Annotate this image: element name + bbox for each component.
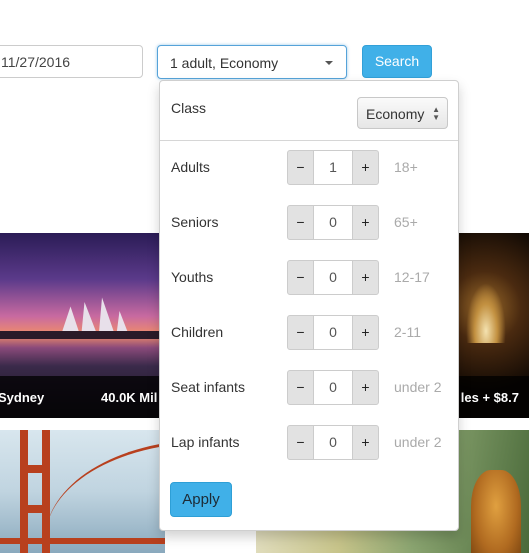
bridge-crossbar-image (20, 505, 50, 513)
animal-image (471, 470, 521, 553)
decrement-button[interactable]: − (287, 150, 314, 185)
card-caption: Sydney 40.0K Mil (0, 376, 165, 418)
caret-down-icon (325, 61, 333, 65)
increment-button[interactable]: + (352, 205, 379, 240)
bridge-tower-image (20, 430, 50, 553)
age-range: 65+ (394, 214, 418, 230)
age-range: under 2 (394, 434, 442, 450)
passenger-label: Children (171, 324, 224, 340)
updown-arrows-icon: ▲ ▼ (432, 105, 440, 122)
class-select-value: Economy (366, 106, 425, 122)
bridge-deck-image (0, 538, 165, 544)
class-select[interactable]: Economy ▲ ▼ (357, 97, 448, 129)
quantity-input[interactable]: 0 (314, 425, 352, 460)
quantity-stepper: − 1 + (287, 150, 379, 185)
quantity-stepper: − 0 + (287, 260, 379, 295)
decrement-button[interactable]: − (287, 370, 314, 405)
bridge-cable-image (45, 440, 165, 540)
passengers-select[interactable]: 1 adult, Economy (157, 45, 347, 79)
increment-button[interactable]: + (352, 260, 379, 295)
sydney-shoreline-image (0, 331, 165, 339)
fountain-image (466, 283, 506, 343)
increment-button[interactable]: + (352, 370, 379, 405)
passenger-label: Lap infants (171, 434, 240, 450)
quantity-stepper: − 0 + (287, 425, 379, 460)
class-label: Class (171, 100, 207, 116)
passenger-label: Seat infants (171, 379, 245, 395)
date-input[interactable]: 11/27/2016 (0, 45, 143, 78)
passenger-row-adults: Adults − 1 + 18+ (160, 148, 458, 188)
quantity-input[interactable]: 0 (314, 315, 352, 350)
age-range: 12-17 (394, 269, 430, 285)
card-city-name: Sydney (0, 390, 45, 405)
card-miles: 40.0K Mil (101, 390, 158, 405)
quantity-stepper: − 0 + (287, 315, 379, 350)
passengers-select-label: 1 adult, Economy (170, 55, 279, 71)
passenger-row-children: Children − 0 + 2-11 (160, 313, 458, 353)
card-caption: les + $8.7 (456, 376, 529, 418)
age-range: 18+ (394, 159, 418, 175)
passenger-label: Youths (171, 269, 214, 285)
search-button[interactable]: Search (362, 45, 432, 78)
passenger-label: Adults (171, 159, 210, 175)
decrement-button[interactable]: − (287, 205, 314, 240)
passenger-row-youths: Youths − 0 + 12-17 (160, 258, 458, 298)
passenger-row-seat-infants: Seat infants − 0 + under 2 (160, 368, 458, 408)
decrement-button[interactable]: − (287, 315, 314, 350)
quantity-input[interactable]: 1 (314, 150, 352, 185)
age-range: 2-11 (394, 324, 421, 340)
quantity-stepper: − 0 + (287, 205, 379, 240)
quantity-input[interactable]: 0 (314, 370, 352, 405)
passenger-label: Seniors (171, 214, 219, 230)
passenger-row-seniors: Seniors − 0 + 65+ (160, 203, 458, 243)
destination-card-fountain[interactable]: les + $8.7 (456, 233, 529, 418)
age-range: under 2 (394, 379, 442, 395)
quantity-input[interactable]: 0 (314, 205, 352, 240)
destination-card-golden-gate[interactable] (0, 430, 165, 553)
apply-button[interactable]: Apply (170, 482, 232, 517)
passenger-row-lap-infants: Lap infants − 0 + under 2 (160, 423, 458, 463)
quantity-input[interactable]: 0 (314, 260, 352, 295)
increment-button[interactable]: + (352, 150, 379, 185)
increment-button[interactable]: + (352, 315, 379, 350)
bridge-crossbar-image (20, 465, 50, 473)
passenger-dropdown-panel: Class Economy ▲ ▼ Adults − 1 + 18+ Senior… (159, 80, 459, 531)
increment-button[interactable]: + (352, 425, 379, 460)
card-miles: les + $8.7 (460, 390, 519, 405)
decrement-button[interactable]: − (287, 260, 314, 295)
decrement-button[interactable]: − (287, 425, 314, 460)
quantity-stepper: − 0 + (287, 370, 379, 405)
class-row: Class Economy ▲ ▼ (160, 81, 458, 141)
destination-card-sydney[interactable]: Sydney 40.0K Mil (0, 233, 165, 418)
